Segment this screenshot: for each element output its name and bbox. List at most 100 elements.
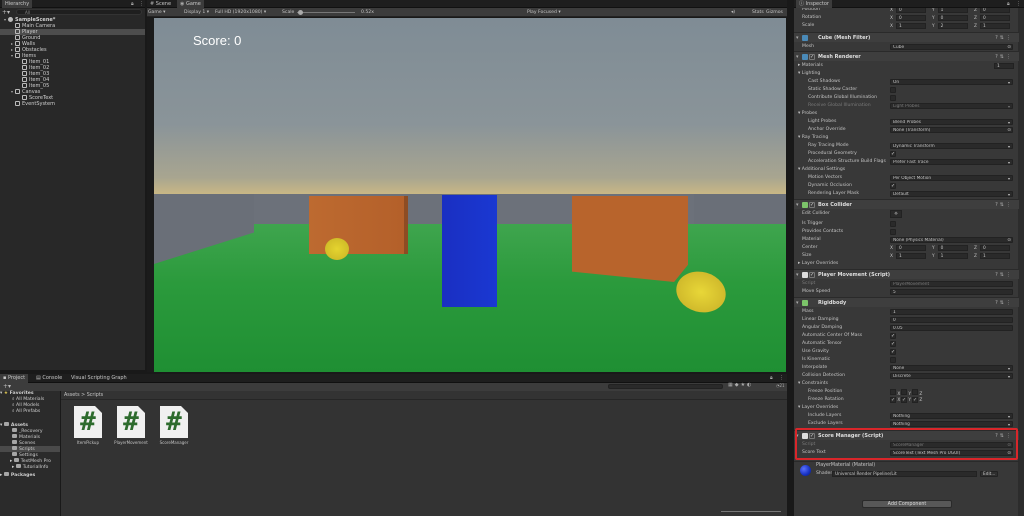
field-value[interactable]: 0	[890, 317, 1013, 323]
vector-field[interactable]: Z0	[974, 245, 1010, 251]
add-button[interactable]: +▾	[2, 9, 10, 16]
expand-arrow-icon[interactable]: ▾	[798, 111, 800, 116]
breadcrumb-assets[interactable]: Assets	[64, 393, 80, 398]
breadcrumb-scripts[interactable]: Scripts	[87, 393, 103, 398]
tab-console[interactable]: ▤ Console	[33, 374, 65, 383]
field-value[interactable]: Discrete	[890, 373, 1013, 379]
field-value[interactable]: On	[890, 79, 1013, 85]
vector-field[interactable]: X1	[890, 23, 926, 29]
vector-value[interactable]: 0	[937, 245, 968, 251]
field-value[interactable]: 5	[890, 289, 1013, 295]
checkbox[interactable]: ✓	[890, 349, 896, 355]
mesh-renderer-header[interactable]: ▾ ✓ Mesh Renderer ?⇅⋮	[794, 51, 1019, 61]
expand-arrow-icon[interactable]: ▾	[796, 270, 799, 280]
vector-field[interactable]: Y0	[932, 15, 968, 21]
checkbox[interactable]: ✓	[890, 183, 896, 189]
play-mode-dropdown[interactable]: Play Focused ▾	[527, 8, 561, 17]
vector-value[interactable]: 1	[937, 8, 968, 13]
field-value[interactable]: Per Object Motion	[890, 175, 1013, 181]
lock-icon[interactable]: 🔒︎	[131, 1, 134, 7]
asset-playermovement[interactable]: # PlayerMovement	[111, 406, 151, 445]
hierarchy-search[interactable]: All	[16, 9, 142, 15]
component-actions[interactable]: ?⇅⋮	[995, 52, 1013, 62]
packages-header[interactable]: ▸ Packages	[0, 472, 60, 478]
field-value[interactable]: 1	[890, 309, 1013, 315]
edit-collider-button[interactable]: ⟡	[890, 210, 902, 218]
vector-value[interactable]: 1	[937, 253, 968, 259]
expand-arrow-icon[interactable]: ▸	[12, 465, 14, 470]
checkbox[interactable]	[890, 221, 896, 227]
vector-field[interactable]: X0	[890, 15, 926, 21]
vector-value[interactable]: 1	[895, 23, 926, 29]
checkbox[interactable]	[890, 95, 896, 101]
vector-field[interactable]: Z1	[974, 23, 1010, 29]
vector-field[interactable]: Y2	[932, 23, 968, 29]
expand-arrow-icon[interactable]: ▾	[796, 33, 799, 43]
expand-arrow-icon[interactable]: ▾	[796, 298, 799, 308]
axis-toggle[interactable]: ✓ Y	[901, 397, 911, 403]
vector-field[interactable]: Y1	[932, 253, 968, 259]
object-picker-icon[interactable]: ⊙	[1007, 451, 1011, 455]
field-value[interactable]: Nothing	[890, 421, 1013, 427]
section-foldout[interactable]: ▸ Materials 1	[794, 62, 1019, 70]
vector-value[interactable]: 0	[937, 15, 968, 21]
expand-arrow-icon[interactable]: ▸	[798, 261, 800, 266]
material-section[interactable]: PlayerMaterial (Material) Shader Universal…	[794, 461, 1019, 481]
vector-value[interactable]: 0	[979, 8, 1010, 13]
vector-value[interactable]: 0	[895, 8, 926, 13]
add-component-button[interactable]: Add Component	[862, 500, 952, 508]
lock-icon[interactable]: 🔒︎	[1007, 1, 1010, 7]
materials-count[interactable]: 1	[994, 63, 1014, 69]
expand-arrow-icon[interactable]: ▾	[796, 52, 799, 62]
tab-hierarchy[interactable]: Hierarchy	[2, 0, 33, 8]
section-foldout[interactable]: ▾ Constraints	[794, 380, 1019, 388]
vector-field[interactable]: Y1	[932, 8, 968, 13]
create-button[interactable]: +▾	[3, 383, 11, 390]
vector-field[interactable]: Z0	[974, 15, 1010, 21]
field-value[interactable]: None	[890, 365, 1013, 371]
vector-field[interactable]: Z1	[974, 253, 1010, 259]
vector-value[interactable]: 0	[979, 15, 1010, 21]
vector-value[interactable]: 1	[979, 23, 1010, 29]
axis-toggle[interactable]: X	[890, 389, 900, 397]
asset-folder[interactable]: ▸ TutorialInfo	[0, 464, 60, 470]
stats-button[interactable]: Stats	[752, 8, 764, 17]
tab-scene[interactable]: # Scene	[147, 0, 174, 8]
tab-project[interactable]: ▪ Project	[0, 374, 29, 383]
field-value[interactable]: Blend Probes	[890, 119, 1013, 125]
vector-value[interactable]: 1	[979, 253, 1010, 259]
menu-kebab-icon[interactable]: ⋮	[1016, 1, 1021, 7]
box-collider-header[interactable]: ▾ ✓ Box Collider ?⇅⋮	[794, 199, 1019, 209]
object-picker-icon[interactable]: ⊙	[1007, 443, 1011, 447]
scale-slider[interactable]	[297, 12, 355, 13]
display-dropdown[interactable]: Display 1 ▾	[184, 8, 209, 17]
object-picker-icon[interactable]: ⊙	[1007, 128, 1011, 132]
shader-edit-button[interactable]: Edit...	[980, 471, 999, 477]
checkbox[interactable]: ✓	[890, 151, 896, 157]
expand-arrow-icon[interactable]: ▾	[798, 135, 800, 140]
lock-icon[interactable]: 🔒︎	[770, 375, 773, 381]
field-value[interactable]: Dynamic Transform	[890, 143, 1013, 149]
expand-arrow-icon[interactable]: ▸	[798, 63, 800, 68]
resolution-dropdown[interactable]: Full HD (1920x1080) ▾	[215, 8, 266, 17]
gizmos-button[interactable]: Gizmos	[766, 8, 783, 17]
expand-arrow-icon[interactable]: ▾	[798, 71, 800, 76]
object-picker-icon[interactable]: ⊙	[1007, 238, 1011, 242]
fav-all-prefabs[interactable]: ⌕ All Prefabs	[0, 409, 60, 415]
component-actions[interactable]: ?⇅⋮	[995, 33, 1013, 43]
scale-slider-handle[interactable]	[298, 10, 303, 15]
asset-scoremanager[interactable]: # ScoreManager	[154, 406, 194, 445]
tab-game[interactable]: ◉ Game	[177, 0, 204, 8]
hierarchy-row[interactable]: EventSystem	[0, 101, 145, 107]
vector-value[interactable]: 0	[979, 245, 1010, 251]
vector-field[interactable]: X0	[890, 8, 926, 13]
field-value[interactable]: Default	[890, 191, 1013, 197]
field-value[interactable]: Nothing	[890, 413, 1013, 419]
section-foldout[interactable]: ▾ Lighting	[794, 70, 1019, 78]
enable-checkbox[interactable]: ✓	[809, 272, 815, 278]
section-foldout[interactable]: ▾ Layer Overrides	[794, 404, 1019, 412]
field-value[interactable]: 0.05	[890, 325, 1013, 331]
score-manager-header[interactable]: ▾ ✓ Score Manager (Script) ?⇅⋮	[794, 430, 1019, 440]
checkbox[interactable]: ✓	[890, 341, 896, 347]
game-dropdown[interactable]: Game ▾	[148, 8, 165, 17]
